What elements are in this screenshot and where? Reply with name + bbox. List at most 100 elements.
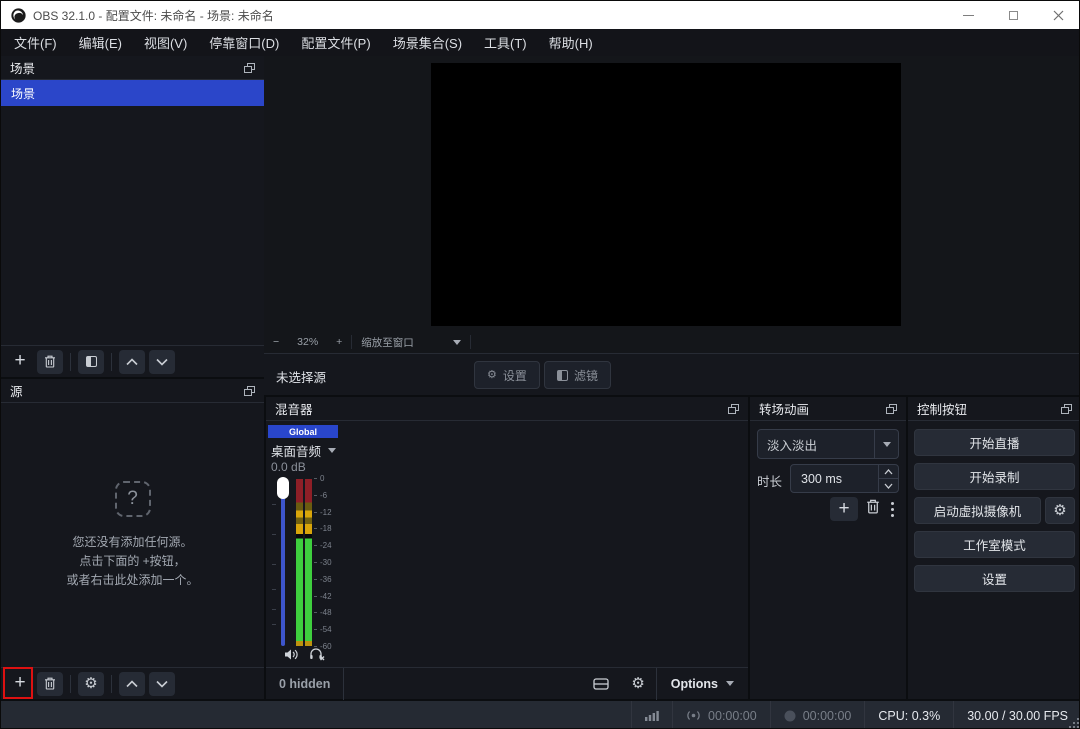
source-properties-button[interactable]: ⚙ xyxy=(78,672,104,696)
menu-file[interactable]: 文件(F) xyxy=(3,28,68,57)
status-bar: 00:00:00 00:00:00 CPU: 0.3% 30.00 / 30.0… xyxy=(1,701,1080,729)
meter-scale: 0 -6 -12 -18 -24 -30 -36 -42 -48 -54 -60 xyxy=(314,474,340,651)
minimize-button[interactable] xyxy=(946,1,991,29)
menu-view[interactable]: 视图(V) xyxy=(133,28,198,57)
remove-scene-button[interactable] xyxy=(37,350,63,374)
sources-dock-title: 源 xyxy=(10,381,23,400)
zoom-fit-dropdown[interactable] xyxy=(423,336,470,348)
filters-icon xyxy=(557,370,568,381)
meter-bar-right xyxy=(305,479,312,646)
transition-buttons: + xyxy=(828,497,899,521)
studio-mode-button[interactable]: 工作室模式 xyxy=(914,531,1075,558)
maximize-icon xyxy=(1009,11,1018,20)
sources-toolbar: + ⚙ xyxy=(1,667,264,699)
volume-fader[interactable] xyxy=(276,479,290,646)
chevron-down-icon xyxy=(328,448,336,453)
source-settings-button[interactable]: ⚙ 设置 xyxy=(474,361,540,389)
remove-transition-button[interactable] xyxy=(866,499,880,519)
add-source-button[interactable]: + xyxy=(7,672,33,696)
spin-down-button[interactable] xyxy=(879,479,898,492)
chevron-up-icon xyxy=(126,680,138,688)
close-icon xyxy=(1053,10,1064,21)
record-timer: 00:00:00 xyxy=(770,701,865,729)
remove-source-button[interactable] xyxy=(37,672,63,696)
obs-logo-icon xyxy=(11,8,26,23)
close-button[interactable] xyxy=(1036,1,1080,29)
start-streaming-button[interactable]: 开始直播 xyxy=(914,429,1075,456)
resize-grip-icon[interactable] xyxy=(1069,718,1079,728)
plus-icon: + xyxy=(838,499,849,518)
zoom-out-button[interactable]: − xyxy=(264,336,288,348)
menu-profile[interactable]: 配置文件(P) xyxy=(290,28,381,57)
transition-properties-button[interactable] xyxy=(886,502,899,517)
dock-popout-icon[interactable] xyxy=(886,404,897,414)
dock-popout-icon[interactable] xyxy=(1061,404,1072,414)
chevron-up-icon xyxy=(126,358,138,366)
menu-edit[interactable]: 编辑(E) xyxy=(68,28,133,57)
plus-icon: + xyxy=(14,673,25,692)
no-source-selected-label: 未选择源 xyxy=(276,367,326,386)
menu-help[interactable]: 帮助(H) xyxy=(538,28,604,57)
preview-region[interactable] xyxy=(264,56,1080,331)
toolbar-separator xyxy=(343,668,344,700)
zoom-fit-mode-label[interactable]: 缩放至窗口 xyxy=(352,335,423,350)
minimize-icon xyxy=(963,15,974,16)
move-source-down-button[interactable] xyxy=(149,672,175,696)
mixer-dock-header: 混音器 xyxy=(266,397,748,421)
dock-popout-icon[interactable] xyxy=(244,63,255,73)
scale-label: -42 xyxy=(320,592,332,601)
scene-list-item[interactable]: 场景 xyxy=(1,80,264,106)
audio-channel-name[interactable]: 桌面音频 xyxy=(271,441,336,460)
chevron-down-icon xyxy=(156,680,168,688)
menu-scene-collection[interactable]: 场景集合(S) xyxy=(382,28,473,57)
chevron-down-icon xyxy=(726,681,734,686)
settings-button[interactable]: 设置 xyxy=(914,565,1075,592)
source-filters-button[interactable]: 滤镜 xyxy=(544,361,611,389)
fader-handle[interactable] xyxy=(277,477,289,499)
move-source-up-button[interactable] xyxy=(119,672,145,696)
transition-select[interactable]: 淡入淡出 xyxy=(757,429,899,459)
advanced-audio-button[interactable]: ⚙ xyxy=(620,676,655,691)
zoom-level-value: 32% xyxy=(288,336,327,348)
maximize-button[interactable] xyxy=(991,1,1036,29)
duration-spinbox[interactable]: 300 ms xyxy=(790,464,899,493)
sources-empty-state[interactable]: ? 您还没有添加任何源。 点击下面的 +按钮， 或者右击此处添加一个。 xyxy=(1,403,264,667)
menu-tools[interactable]: 工具(T) xyxy=(473,28,538,57)
sources-dock: 源 ? 您还没有添加任何源。 点击下面的 +按钮， 或者右击此处添加一个。 + … xyxy=(1,379,264,699)
scenes-dock-title: 场景 xyxy=(10,58,35,77)
rows-layout-icon xyxy=(593,678,609,690)
menu-docks[interactable]: 停靠窗口(D) xyxy=(198,28,290,57)
controls-dock: 控制按钮 开始直播 开始录制 启动虚拟摄像机 ⚙ 工作室模式 设置 xyxy=(908,397,1080,699)
add-scene-button[interactable]: + xyxy=(7,350,33,374)
virtual-camera-config-button[interactable]: ⚙ xyxy=(1045,497,1075,524)
preview-canvas[interactable] xyxy=(431,63,901,326)
start-recording-button[interactable]: 开始录制 xyxy=(914,463,1075,490)
trash-icon xyxy=(44,355,56,368)
scale-label: -48 xyxy=(320,608,332,617)
move-scene-down-button[interactable] xyxy=(149,350,175,374)
obs-window: OBS 32.1.0 - 配置文件: 未命名 - 场景: 未命名 文件(F) 编… xyxy=(0,0,1080,729)
mixer-layout-button[interactable] xyxy=(582,678,620,690)
scale-label: -30 xyxy=(320,558,332,567)
controls-dock-title: 控制按钮 xyxy=(917,399,967,418)
fader-tick xyxy=(272,609,276,610)
monitor-off-button[interactable] xyxy=(309,647,325,666)
move-scene-up-button[interactable] xyxy=(119,350,145,374)
dock-popout-icon[interactable] xyxy=(244,386,255,396)
spin-up-button[interactable] xyxy=(879,465,898,479)
fader-track xyxy=(281,479,285,646)
dock-popout-icon[interactable] xyxy=(728,404,739,414)
mixer-options-button[interactable]: Options xyxy=(657,677,748,691)
chevron-down-icon xyxy=(884,483,893,489)
gear-icon: ⚙ xyxy=(1053,503,1066,518)
add-transition-button[interactable]: + xyxy=(830,497,858,521)
scene-filters-button[interactable] xyxy=(78,350,104,374)
scene-item-label: 场景 xyxy=(11,85,35,102)
mute-toggle-button[interactable] xyxy=(284,648,299,666)
gear-icon: ⚙ xyxy=(487,370,497,381)
options-label: Options xyxy=(671,677,718,691)
transition-current-value: 淡入淡出 xyxy=(758,435,874,454)
zoom-in-button[interactable]: + xyxy=(327,336,351,348)
start-virtual-camera-button[interactable]: 启动虚拟摄像机 xyxy=(914,497,1041,524)
scale-label: -24 xyxy=(320,541,332,550)
